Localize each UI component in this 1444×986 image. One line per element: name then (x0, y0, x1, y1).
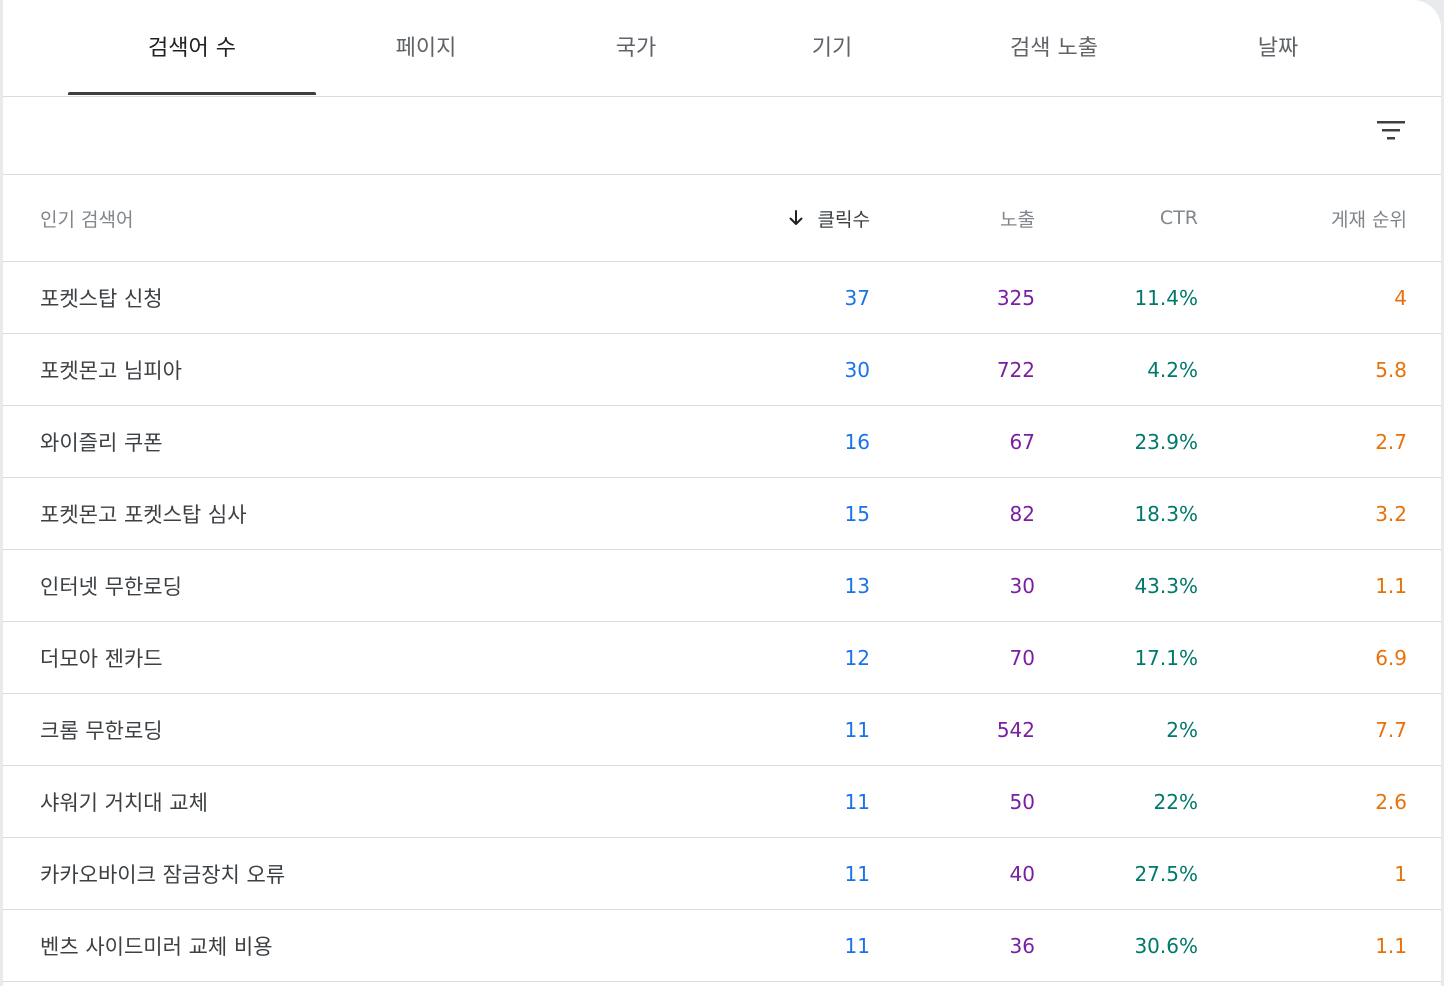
arrow-down-icon (789, 210, 803, 225)
impressions-cell: 722 (996, 357, 1035, 382)
query-cell: 인터넷 무한로딩 (40, 574, 182, 599)
tab-dates[interactable]: 날짜 (1154, 0, 1402, 96)
query-cell: 벤츠 사이드미러 교체 비용 (40, 934, 273, 959)
clicks-cell: 11 (844, 789, 870, 814)
column-header-query[interactable]: 인기 검색어 (40, 175, 133, 261)
tab-devices[interactable]: 기기 (708, 0, 956, 96)
position-cell: 1.1 (1375, 933, 1407, 958)
query-cell: 와이즐리 쿠폰 (40, 430, 163, 455)
impressions-cell: 50 (1009, 789, 1035, 814)
impressions-cell: 36 (1009, 933, 1035, 958)
impressions-cell: 30 (1009, 573, 1035, 598)
ctr-cell: 23.9% (1134, 429, 1198, 454)
table-row[interactable]: 더모아 젠카드 12 70 17.1% 6.9 (3, 622, 1441, 694)
column-header-clicks-label: 클릭수 (817, 208, 870, 231)
position-cell: 4 (1394, 285, 1407, 310)
impressions-cell: 40 (1009, 861, 1035, 886)
ctr-cell: 22% (1153, 789, 1198, 814)
position-cell: 7.7 (1375, 717, 1407, 742)
table-row[interactable]: 포켓몬고 님피아 30 722 4.2% 5.8 (3, 334, 1441, 406)
query-cell: 포켓몬고 포켓스탑 심사 (40, 502, 247, 527)
position-cell: 5.8 (1375, 357, 1407, 382)
impressions-cell: 70 (1009, 645, 1035, 670)
filter-icon (1377, 121, 1405, 140)
clicks-cell: 11 (844, 861, 870, 886)
position-cell: 1 (1394, 861, 1407, 886)
clicks-cell: 11 (844, 717, 870, 742)
position-cell: 2.6 (1375, 789, 1407, 814)
clicks-cell: 12 (844, 645, 870, 670)
clicks-cell: 30 (844, 357, 870, 382)
query-cell: 샤워기 거치대 교체 (40, 790, 208, 815)
query-cell: 포켓몬고 님피아 (40, 358, 182, 383)
impressions-cell: 325 (996, 285, 1035, 310)
position-cell: 3.2 (1375, 501, 1407, 526)
filter-button[interactable] (1371, 111, 1411, 151)
dimension-tabs: 검색어 수 페이지 국가 기기 검색 노출 날짜 (3, 0, 1441, 97)
clicks-cell: 11 (844, 933, 870, 958)
tab-search-appearance[interactable]: 검색 노출 (930, 0, 1178, 96)
table-row[interactable]: 카카오바이크 잠금장치 오류 11 40 27.5% 1 (3, 838, 1441, 910)
clicks-cell: 37 (844, 285, 870, 310)
query-cell: 포켓스탑 신청 (40, 286, 163, 311)
performance-card: 검색어 수 페이지 국가 기기 검색 노출 날짜 인기 검색어 클릭수 노출 C… (3, 0, 1441, 986)
query-cell: 카카오바이크 잠금장치 오류 (40, 862, 286, 887)
column-header-position[interactable]: 게재 순위 (1223, 175, 1407, 261)
query-cell: 크롬 무한로딩 (40, 718, 163, 743)
position-cell: 6.9 (1375, 645, 1407, 670)
clicks-cell: 15 (844, 501, 870, 526)
ctr-cell: 2% (1166, 717, 1198, 742)
column-header-impressions[interactable]: 노출 (903, 175, 1035, 261)
table-header: 인기 검색어 클릭수 노출 CTR 게재 순위 (3, 175, 1441, 262)
query-cell: 더모아 젠카드 (40, 646, 163, 671)
table-row[interactable]: 포켓스탑 신청 37 325 11.4% 4 (3, 262, 1441, 334)
table-row[interactable]: 인터넷 무한로딩 13 30 43.3% 1.1 (3, 550, 1441, 622)
ctr-cell: 4.2% (1147, 357, 1198, 382)
ctr-cell: 30.6% (1134, 933, 1198, 958)
table-row[interactable]: 포켓몬고 포켓스탑 심사 15 82 18.3% 3.2 (3, 478, 1441, 550)
position-cell: 2.7 (1375, 429, 1407, 454)
table-row[interactable]: 샤워기 거치대 교체 11 50 22% 2.6 (3, 766, 1441, 838)
clicks-cell: 13 (844, 573, 870, 598)
impressions-cell: 542 (996, 717, 1035, 742)
ctr-cell: 18.3% (1134, 501, 1198, 526)
column-header-clicks[interactable]: 클릭수 (703, 175, 870, 261)
column-header-ctr[interactable]: CTR (1063, 175, 1198, 261)
ctr-cell: 27.5% (1134, 861, 1198, 886)
ctr-cell: 43.3% (1134, 573, 1198, 598)
ctr-cell: 11.4% (1134, 285, 1198, 310)
impressions-cell: 67 (1009, 429, 1035, 454)
table-row[interactable]: 크롬 무한로딩 11 542 2% 7.7 (3, 694, 1441, 766)
tab-queries[interactable]: 검색어 수 (68, 0, 316, 96)
clicks-cell: 16 (844, 429, 870, 454)
filter-bar (3, 97, 1441, 175)
table-row[interactable]: 벤츠 사이드미러 교체 비용 11 36 30.6% 1.1 (3, 910, 1441, 982)
impressions-cell: 82 (1009, 501, 1035, 526)
ctr-cell: 17.1% (1134, 645, 1198, 670)
active-tab-indicator (68, 92, 316, 95)
position-cell: 1.1 (1375, 573, 1407, 598)
table-row[interactable]: 와이즐리 쿠폰 16 67 23.9% 2.7 (3, 406, 1441, 478)
